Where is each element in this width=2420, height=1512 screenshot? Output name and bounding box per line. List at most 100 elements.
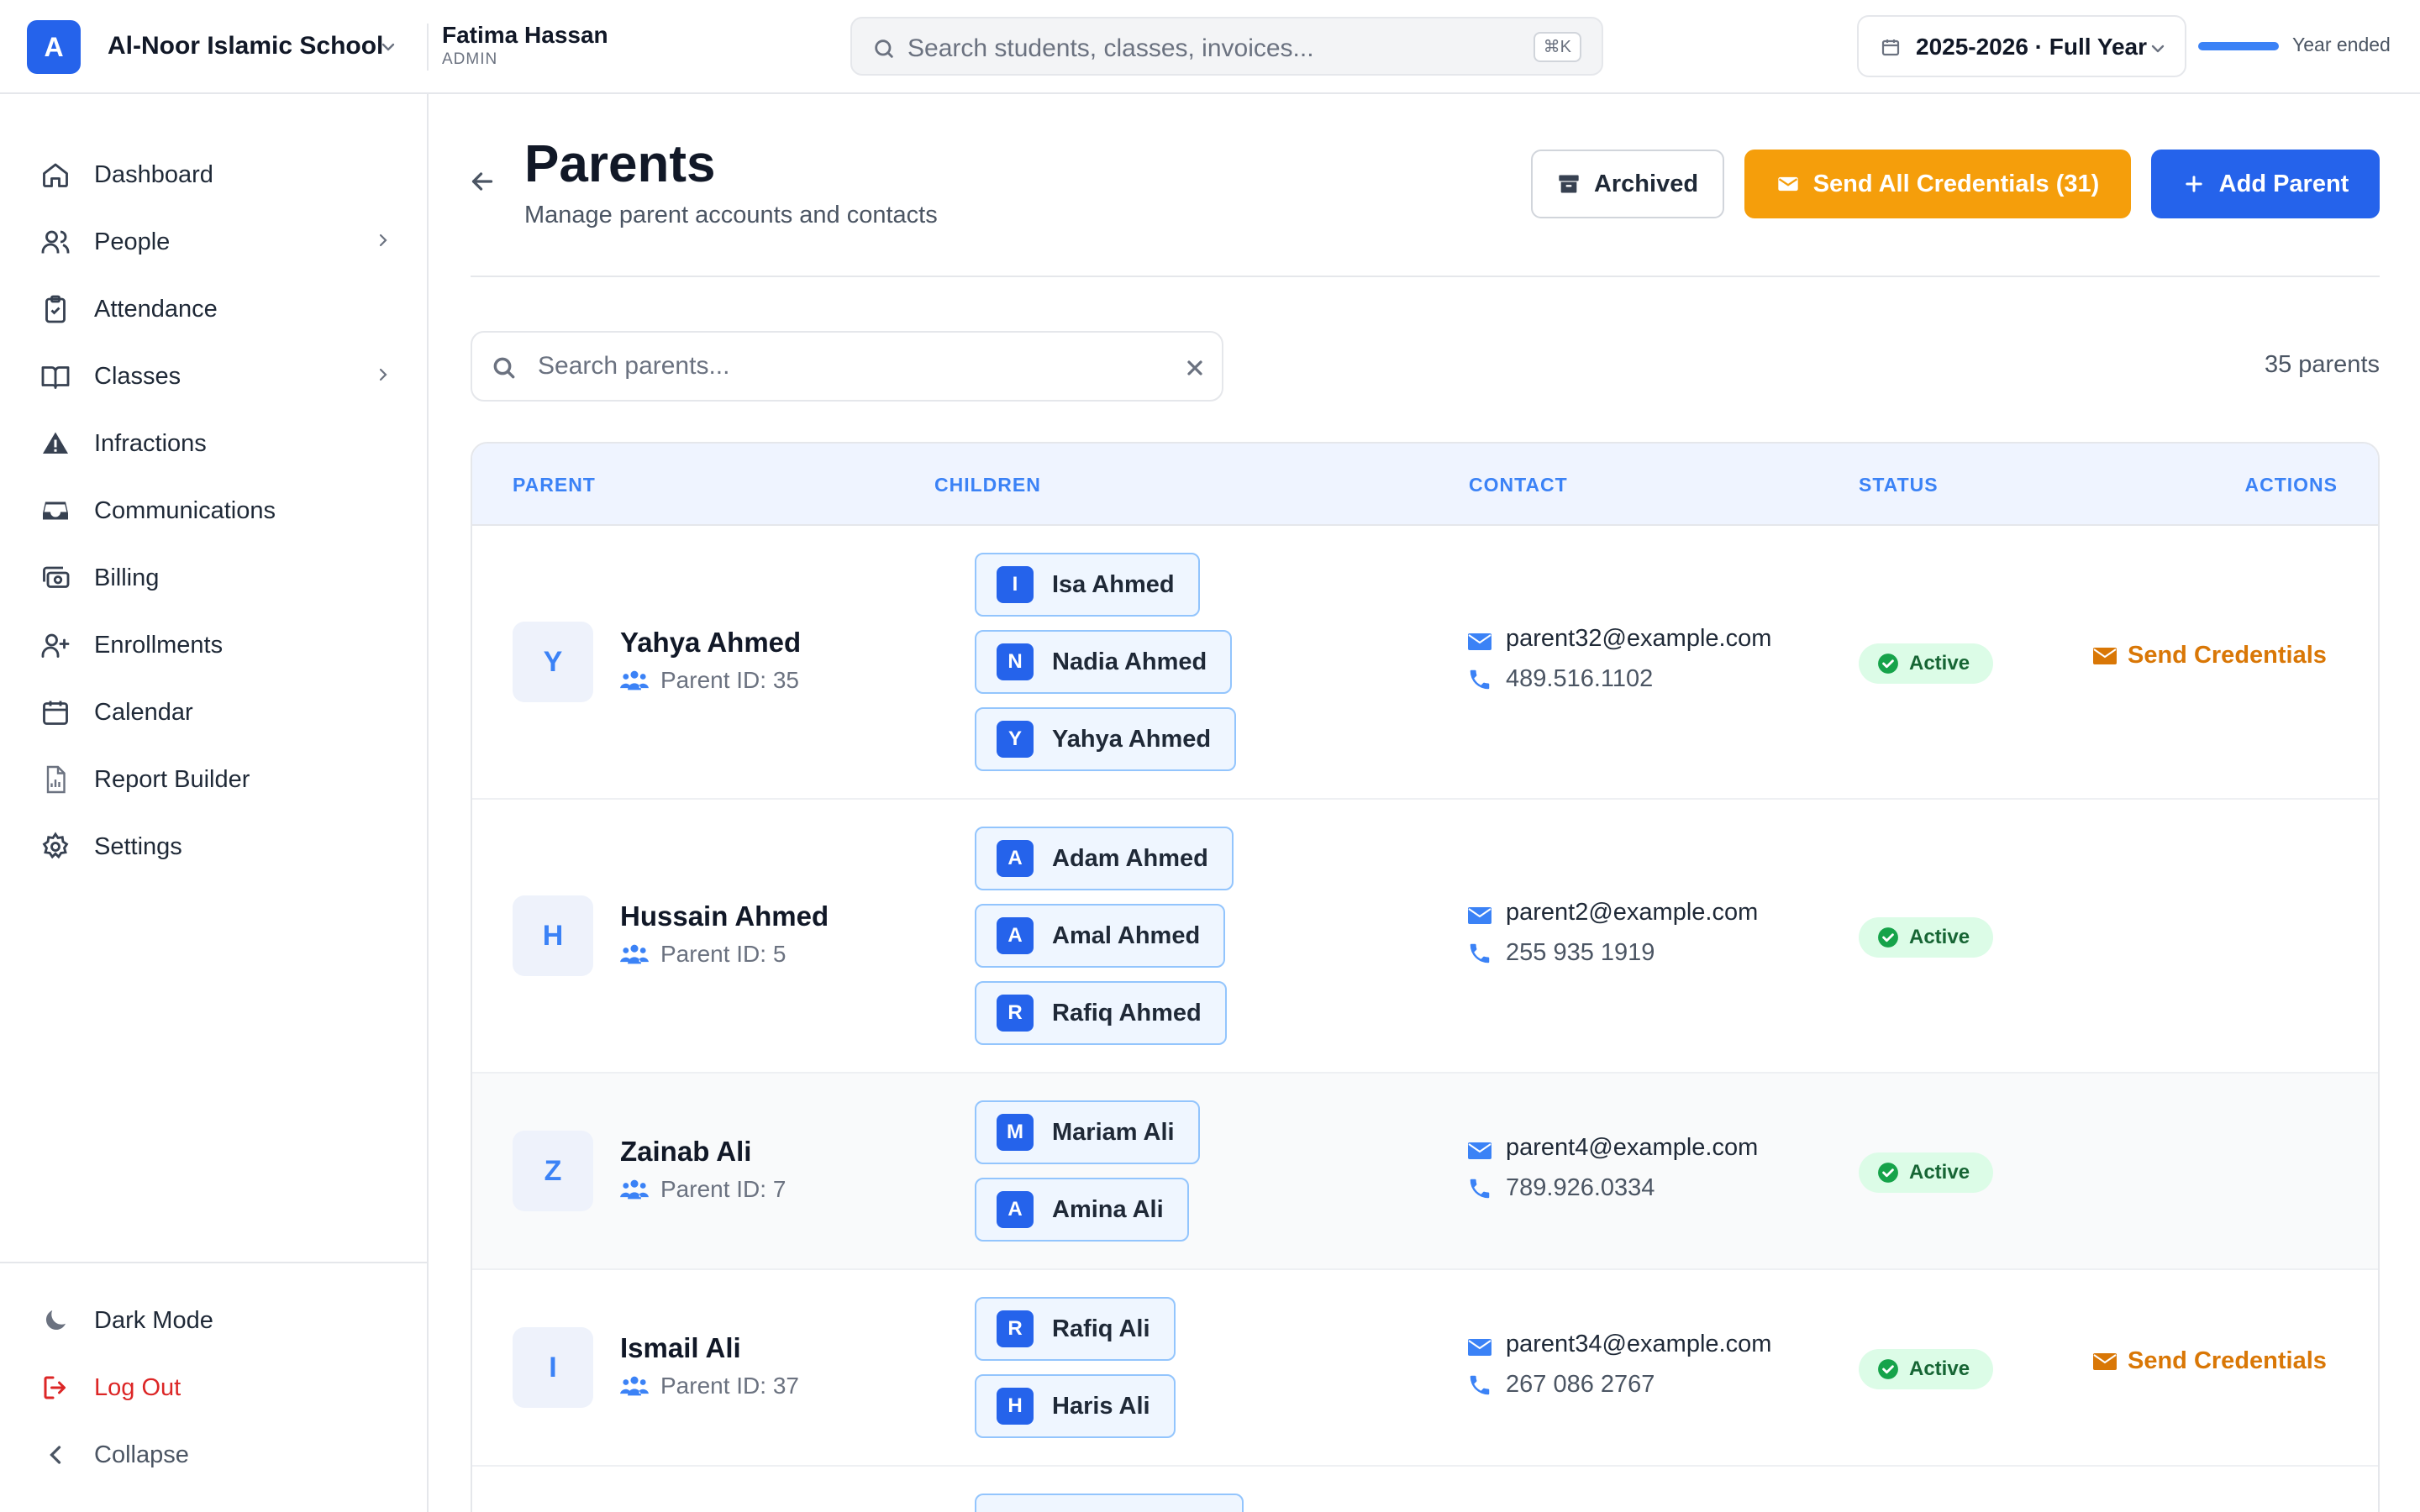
table-row[interactable]: Z Zainab Ali Parent ID: 7 M Mariam Ali AA… [472, 1074, 2378, 1270]
parent-email[interactable]: parent4@example.com [1506, 1134, 1758, 1162]
parent-name[interactable]: Yahya Ahmed [620, 627, 801, 659]
check-circle-icon [1878, 1163, 1898, 1183]
sidebar-item-label: Attendance [94, 296, 218, 323]
school-year-selector[interactable]: 2025-2026 · Full Year [1857, 15, 2186, 77]
parent-phone[interactable]: 267 086 2767 [1506, 1371, 1655, 1399]
sidebar-item-billing[interactable]: Billing [40, 553, 393, 600]
child-initial: R [997, 995, 1034, 1032]
envelope-icon [2093, 647, 2117, 664]
parent-id: Parent ID: 35 [660, 667, 799, 693]
child-chip[interactable]: R Rafiq Ali [975, 1297, 1176, 1361]
table-row[interactable]: I Ismail Ali Parent ID: 37 R Rafiq Ali HH… [472, 1270, 2378, 1467]
user-role: ADMIN [442, 50, 498, 68]
billing-icon [43, 566, 70, 588]
clear-icon[interactable] [1183, 356, 1207, 380]
column-header-parent[interactable]: PARENT [513, 474, 596, 496]
send-all-credentials-button[interactable]: Send All Credentials (31) [1744, 150, 2131, 218]
moon-icon [45, 1310, 66, 1331]
parent-phone[interactable]: 789.926.0334 [1506, 1174, 1655, 1202]
book-open-icon [41, 366, 70, 389]
header-divider [427, 24, 429, 71]
sidebar-item-infractions[interactable]: Infractions [40, 418, 393, 465]
child-chip[interactable]: Y Yahya Ahmed [975, 707, 1237, 771]
parent-name[interactable]: Zainab Ali [620, 1136, 751, 1168]
send-credentials-button[interactable]: Send Credentials [2092, 642, 2327, 669]
parent-phone[interactable]: 489.516.1102 [1506, 665, 1653, 693]
school-name[interactable]: Al-Noor Islamic School [108, 32, 383, 60]
user-plus-icon [41, 633, 70, 658]
chevron-down-icon[interactable] [378, 37, 398, 57]
sidebar-item-label: Communications [94, 497, 276, 524]
sidebar-item-people[interactable]: People [40, 217, 393, 264]
status-badge: Active [1859, 1152, 1993, 1193]
parent-count: 35 parents [2264, 351, 2380, 378]
sidebar-item-attendance[interactable]: Attendance [40, 284, 393, 331]
school-logo[interactable]: A [27, 20, 81, 74]
child-chip[interactable]: I Isa Ahmed [975, 553, 1200, 617]
chevron-right-icon [379, 234, 387, 247]
inbox-icon [43, 501, 68, 520]
sidebar-item-report-builder[interactable]: Report Builder [40, 754, 393, 801]
back-arrow-icon[interactable] [467, 166, 497, 197]
child-chip[interactable]: H Haris Ali [975, 1374, 1176, 1438]
parent-search-input[interactable] [538, 348, 1126, 385]
sidebar-item-calendar[interactable]: Calendar [40, 687, 393, 734]
avatar: Y [513, 622, 593, 702]
logout-icon [44, 1376, 66, 1399]
sidebar-item-classes[interactable]: Classes [40, 351, 393, 398]
child-chip[interactable] [975, 1494, 1244, 1512]
parent-email[interactable]: parent34@example.com [1506, 1331, 1771, 1358]
sidebar-item-label: People [94, 228, 171, 255]
table-row[interactable]: H Hussain Ahmed Parent ID: 5 A Adam Ahmed… [472, 800, 2378, 1074]
avatar: Z [513, 1131, 593, 1211]
users-icon [41, 230, 70, 254]
parent-phone[interactable]: 255 935 1919 [1506, 939, 1655, 967]
add-parent-button[interactable]: Add Parent [2151, 150, 2380, 218]
avatar: H [513, 895, 593, 976]
calendar-icon [1881, 39, 1900, 56]
year-progress-bar [2198, 42, 2279, 50]
dark-mode-toggle[interactable]: Dark Mode [40, 1295, 393, 1342]
child-chip[interactable]: A Amina Ali [975, 1178, 1189, 1242]
check-circle-icon [1878, 654, 1898, 674]
parent-name[interactable]: Ismail Ali [620, 1332, 741, 1364]
child-name: Rafiq Ahmed [1052, 999, 1202, 1026]
child-chip[interactable]: A Adam Ahmed [975, 827, 1234, 890]
collapse-label: Collapse [94, 1441, 189, 1468]
family-icon [620, 1376, 649, 1396]
plus-icon [2185, 176, 2202, 192]
child-name: Yahya Ahmed [1052, 725, 1212, 753]
child-chip[interactable]: M Mariam Ali [975, 1100, 1200, 1164]
keyboard-shortcut-badge: ⌘K [1533, 32, 1581, 62]
sidebar-item-dashboard[interactable]: Dashboard [40, 150, 393, 197]
global-search-input[interactable]: Search students, classes, invoices... ⌘K [850, 17, 1603, 76]
sidebar-item-label: Dashboard [94, 161, 213, 188]
send-credentials-button[interactable]: Send Credentials [2092, 1347, 2327, 1375]
table-header: PARENT CHILDREN CONTACT STATUS ACTIONS [472, 444, 2378, 526]
parent-name[interactable]: Hussain Ahmed [620, 900, 829, 932]
status-label: Active [1909, 1357, 1970, 1380]
child-initial: A [997, 1191, 1034, 1228]
child-name: Mariam Ali [1052, 1118, 1175, 1146]
child-chip[interactable]: R Rafiq Ahmed [975, 981, 1227, 1045]
table-row[interactable] [472, 1467, 2378, 1512]
child-chip[interactable]: N Nadia Ahmed [975, 630, 1233, 694]
parent-email[interactable]: parent2@example.com [1506, 899, 1758, 927]
column-header-children[interactable]: CHILDREN [934, 474, 1041, 496]
sidebar-item-settings[interactable]: Settings [40, 822, 393, 869]
parent-email[interactable]: parent32@example.com [1506, 625, 1771, 653]
sidebar-item-communications[interactable]: Communications [40, 486, 393, 533]
collapse-sidebar-button[interactable]: Collapse [40, 1430, 393, 1477]
archived-button[interactable]: Archived [1531, 150, 1724, 218]
child-chip[interactable]: A Amal Ahmed [975, 904, 1226, 968]
column-header-contact[interactable]: CONTACT [1469, 474, 1568, 496]
sidebar-item-enrollments[interactable]: Enrollments [40, 620, 393, 667]
sidebar-divider [0, 1262, 429, 1263]
search-icon [493, 357, 515, 379]
table-row[interactable]: Y Yahya Ahmed Parent ID: 35 I Isa Ahmed N… [472, 526, 2378, 800]
logout-button[interactable]: Log Out [40, 1362, 393, 1410]
chevron-left-icon [50, 1446, 61, 1464]
column-header-status[interactable]: STATUS [1859, 474, 1939, 496]
parent-search-field[interactable] [471, 331, 1223, 402]
page-subtitle: Manage parent accounts and contacts [524, 202, 938, 228]
